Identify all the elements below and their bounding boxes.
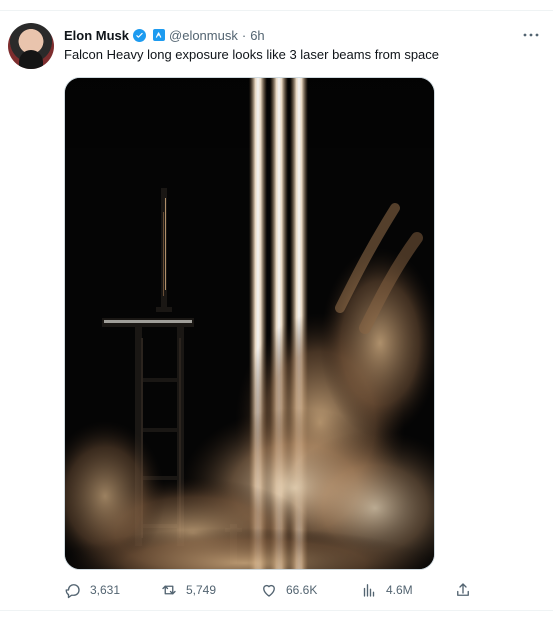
post-text: Falcon Heavy long exposure looks like 3 … [64, 47, 440, 62]
heart-icon [260, 581, 278, 599]
post-header: Elon Musk @elonmusk · 6h [64, 25, 265, 45]
post-time[interactable]: 6h [250, 28, 264, 43]
views-button[interactable]: 4.6M [360, 580, 413, 600]
separator-dot: · [241, 27, 247, 43]
bottom-divider [0, 610, 553, 611]
share-button[interactable] [454, 580, 472, 600]
post-image[interactable] [64, 77, 435, 570]
repost-count: 5,749 [186, 583, 217, 597]
reply-count: 3,631 [90, 583, 121, 597]
author-name[interactable]: Elon Musk [64, 28, 129, 43]
avatar[interactable] [8, 23, 54, 69]
like-button[interactable]: 66.6K [260, 580, 317, 600]
reply-icon [64, 581, 82, 599]
share-icon [454, 581, 472, 599]
author-handle[interactable]: @elonmusk [169, 28, 238, 43]
more-icon[interactable] [522, 28, 540, 40]
top-divider [0, 10, 553, 11]
reply-button[interactable]: 3,631 [64, 580, 120, 600]
affiliate-badge-icon [153, 29, 166, 41]
verified-badge-icon [133, 28, 147, 42]
repost-icon [160, 581, 178, 599]
views-icon [360, 581, 378, 599]
like-count: 66.6K [286, 583, 318, 597]
repost-button[interactable]: 5,749 [160, 580, 216, 600]
action-bar: 3,631 5,749 66.6K 4.6M [64, 580, 544, 600]
view-count: 4.6M [386, 583, 413, 597]
